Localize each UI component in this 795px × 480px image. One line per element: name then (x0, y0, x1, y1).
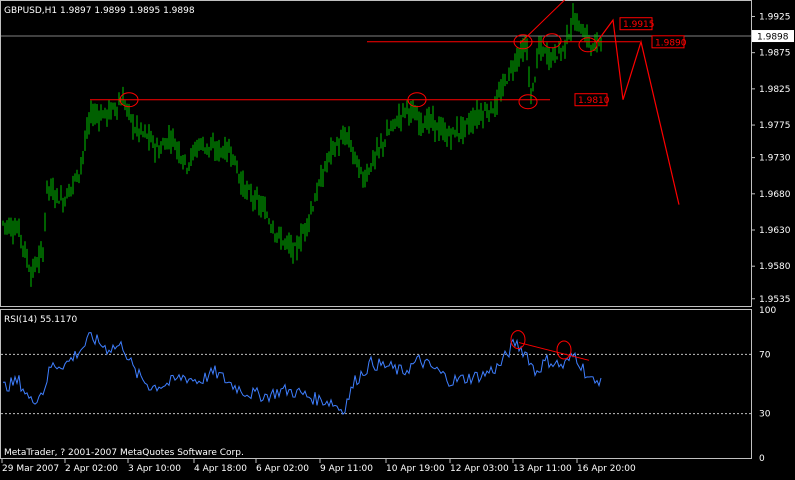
time-axis-label: 13 Apr 11:00 (513, 464, 572, 474)
time-axis-label: 9 Apr 11:00 (320, 464, 373, 474)
time-axis-label: 3 Apr 10:00 (128, 464, 181, 474)
trading-chart: GBPUSD,H1 1.9897 1.9899 1.9895 1.9898 RS… (0, 0, 795, 480)
price-tag-label: 1.9915 (623, 20, 655, 30)
rsi-axis-label: 0 (759, 454, 765, 464)
price-axis-label: 1.9875 (759, 49, 791, 59)
price-tag-label: 1.9890 (655, 38, 687, 48)
time-axis-label: 10 Apr 19:00 (386, 464, 445, 474)
price-axis-label: 1.9535 (759, 295, 791, 305)
rsi-header: RSI(14) 55.1170 (4, 315, 77, 325)
rsi-axis-label: 30 (759, 410, 771, 420)
time-axis-label: 6 Apr 02:00 (256, 464, 309, 474)
time-axis-label: 29 Mar 2007 (2, 464, 59, 474)
price-axis-label: 1.9580 (759, 262, 791, 272)
price-axis-label: 1.9630 (759, 226, 791, 236)
current-price-label: 1.9898 (757, 33, 789, 43)
price-axis-label: 1.9925 (759, 12, 791, 22)
price-tag-label: 1.9810 (578, 96, 610, 106)
chart-background (0, 0, 795, 480)
time-axis-label: 4 Apr 18:00 (194, 464, 247, 474)
rsi-axis-label: 100 (759, 306, 776, 316)
price-axis-label: 1.9775 (759, 121, 791, 131)
price-axis-label: 1.9730 (759, 154, 791, 164)
time-axis-label: 12 Apr 03:00 (450, 464, 509, 474)
price-axis-label: 1.9680 (759, 190, 791, 200)
rsi-axis-label: 70 (759, 350, 771, 360)
time-axis-label: 2 Apr 02:00 (65, 464, 118, 474)
price-axis-label: 1.9825 (759, 85, 791, 95)
price-header: GBPUSD,H1 1.9897 1.9899 1.9895 1.9898 (4, 6, 195, 16)
copyright-text: MetaTrader, ? 2001-2007 MetaQuotes Softw… (4, 448, 244, 458)
time-axis-label: 16 Apr 20:00 (577, 464, 636, 474)
